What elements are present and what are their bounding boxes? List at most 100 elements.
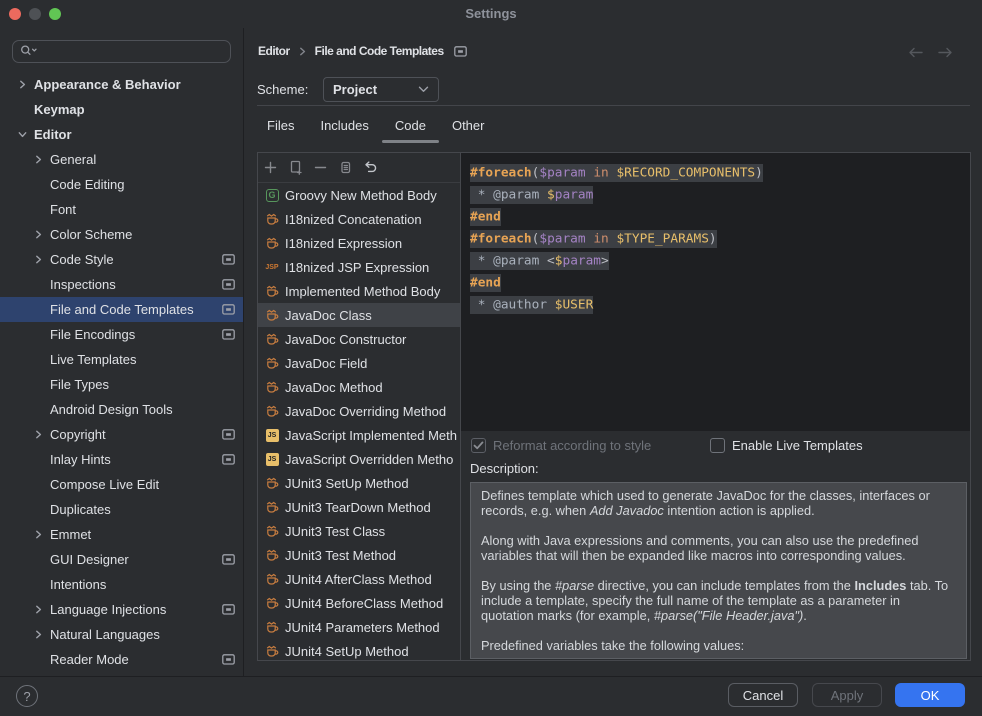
template-item-junit4-afterclass-method[interactable]: JUnit4 AfterClass Method <box>258 567 460 591</box>
remove-icon[interactable] <box>313 160 328 175</box>
chevron-collapsed-icon[interactable] <box>34 629 43 640</box>
sidebar-item-file-types[interactable]: File Types <box>0 372 243 397</box>
chevron-collapsed-icon[interactable] <box>34 604 43 615</box>
sidebar-item-keymap[interactable]: Keymap <box>0 97 243 122</box>
sidebar-item-language-injections[interactable]: Language Injections <box>0 597 243 622</box>
live-templates-checkbox[interactable]: Enable Live Templates <box>710 438 863 453</box>
template-item-javadoc-overriding-method[interactable]: JavaDoc Overriding Method <box>258 399 460 423</box>
sidebar-item-label: Copyright <box>50 427 106 442</box>
duplicate-icon[interactable] <box>288 160 303 175</box>
sidebar-item-file-encodings[interactable]: File Encodings <box>0 322 243 347</box>
help-button[interactable]: ? <box>16 685 38 707</box>
sidebar-item-live-templates[interactable]: Live Templates <box>0 347 243 372</box>
chevron-collapsed-icon[interactable] <box>34 229 43 240</box>
tabs: FilesIncludesCodeOther <box>254 112 497 143</box>
template-editor[interactable]: #foreach($param in $RECORD_COMPONENTS) *… <box>461 153 970 431</box>
template-item-implemented-method-body[interactable]: Implemented Method Body <box>258 279 460 303</box>
breadcrumb-item-editor[interactable]: Editor <box>258 44 290 58</box>
chevron-spacer <box>34 454 43 465</box>
sidebar-item-label: File Encodings <box>50 327 135 342</box>
template-item-groovy-new-method-body[interactable]: GGroovy New Method Body <box>258 183 460 207</box>
sidebar-item-label: Android Design Tools <box>50 402 173 417</box>
sidebar-item-editor[interactable]: Editor <box>0 122 243 147</box>
ok-button[interactable]: OK <box>895 683 965 707</box>
template-item-label: JavaScript Implemented Meth <box>285 428 457 443</box>
template-item-javadoc-class[interactable]: JavaDoc Class <box>258 303 460 327</box>
history-nav <box>908 46 953 61</box>
template-item-javadoc-method[interactable]: JavaDoc Method <box>258 375 460 399</box>
chevron-expanded-icon[interactable] <box>18 129 27 140</box>
template-item-javascript-overridden-metho[interactable]: JSJavaScript Overridden Metho <box>258 447 460 471</box>
sidebar-item-color-scheme[interactable]: Color Scheme <box>0 222 243 247</box>
sidebar-item-label: Inspections <box>50 277 116 292</box>
tab-code[interactable]: Code <box>382 112 439 143</box>
template-item-label: JUnit4 SetUp Method <box>285 644 409 659</box>
template-item-javadoc-constructor[interactable]: JavaDoc Constructor <box>258 327 460 351</box>
sidebar-item-compose-live-edit[interactable]: Compose Live Edit <box>0 472 243 497</box>
scheme-select[interactable]: Project <box>323 77 439 102</box>
template-item-label: JUnit4 AfterClass Method <box>285 572 432 587</box>
search-input[interactable] <box>12 40 231 63</box>
chevron-collapsed-icon[interactable] <box>18 79 27 90</box>
template-item-javadoc-field[interactable]: JavaDoc Field <box>258 351 460 375</box>
sidebar-item-code-style[interactable]: Code Style <box>0 247 243 272</box>
template-item-i18nized-jsp-expression[interactable]: JSPI18nized JSP Expression <box>258 255 460 279</box>
chevron-spacer <box>34 479 43 490</box>
sidebar-item-inspections[interactable]: Inspections <box>0 272 243 297</box>
sidebar-item-file-and-code-templates[interactable]: File and Code Templates <box>0 297 243 322</box>
sidebar-item-natural-languages[interactable]: Natural Languages <box>0 622 243 647</box>
revert-icon[interactable] <box>363 160 378 175</box>
java-icon <box>264 643 280 659</box>
template-item-junit3-test-method[interactable]: JUnit3 Test Method <box>258 543 460 567</box>
code-line: #foreach($param in $RECORD_COMPONENTS) <box>470 162 970 184</box>
tab-includes[interactable]: Includes <box>307 112 381 143</box>
template-item-javascript-implemented-meth[interactable]: JSJavaScript Implemented Meth <box>258 423 460 447</box>
java-icon <box>264 595 280 611</box>
chevron-collapsed-icon[interactable] <box>34 154 43 165</box>
chevron-collapsed-icon[interactable] <box>34 429 43 440</box>
cancel-button[interactable]: Cancel <box>728 683 798 707</box>
sidebar-item-font[interactable]: Font <box>0 197 243 222</box>
description-paragraph: Defines template which used to generate … <box>481 488 956 518</box>
sidebar-item-code-editing[interactable]: Code Editing <box>0 172 243 197</box>
screen-indicator-icon <box>454 46 467 57</box>
java-icon <box>264 283 280 299</box>
sidebar-item-label: Color Scheme <box>50 227 132 242</box>
description-paragraph: By using the #parse directive, you can i… <box>481 578 956 623</box>
template-item-junit4-setup-method[interactable]: JUnit4 SetUp Method <box>258 639 460 660</box>
template-item-junit4-beforeclass-method[interactable]: JUnit4 BeforeClass Method <box>258 591 460 615</box>
checkbox-unchecked-icon[interactable] <box>710 438 725 453</box>
template-item-junit4-parameters-method[interactable]: JUnit4 Parameters Method <box>258 615 460 639</box>
template-item-i18nized-concatenation[interactable]: I18nized Concatenation <box>258 207 460 231</box>
sidebar-item-inlay-hints[interactable]: Inlay Hints <box>0 447 243 472</box>
template-item-junit3-teardown-method[interactable]: JUnit3 TearDown Method <box>258 495 460 519</box>
template-item-junit3-setup-method[interactable]: JUnit3 SetUp Method <box>258 471 460 495</box>
template-item-label: Implemented Method Body <box>285 284 440 299</box>
sidebar-item-intentions[interactable]: Intentions <box>0 572 243 597</box>
sidebar-item-copyright[interactable]: Copyright <box>0 422 243 447</box>
sidebar-item-label: Inlay Hints <box>50 452 111 467</box>
add-icon[interactable] <box>263 160 278 175</box>
sidebar-item-android-design-tools[interactable]: Android Design Tools <box>0 397 243 422</box>
template-item-junit3-test-class[interactable]: JUnit3 Test Class <box>258 519 460 543</box>
sidebar-item-duplicates[interactable]: Duplicates <box>0 497 243 522</box>
apply-button[interactable]: Apply <box>812 683 882 707</box>
template-item-i18nized-expression[interactable]: I18nized Expression <box>258 231 460 255</box>
sidebar-item-appearance-behavior[interactable]: Appearance & Behavior <box>0 72 243 97</box>
chevron-collapsed-icon[interactable] <box>34 254 43 265</box>
forward-arrow-icon[interactable] <box>937 46 953 61</box>
sidebar-item-emmet[interactable]: Emmet <box>0 522 243 547</box>
sidebar-item-gui-designer[interactable]: GUI Designer <box>0 547 243 572</box>
back-arrow-icon[interactable] <box>908 46 924 61</box>
search-icon <box>20 44 38 60</box>
sidebar-item-label: Emmet <box>50 527 91 542</box>
sidebar: Appearance & BehaviorKeymapEditorGeneral… <box>0 28 244 676</box>
sidebar-item-label: Natural Languages <box>50 627 160 642</box>
chevron-collapsed-icon[interactable] <box>34 529 43 540</box>
sidebar-item-reader-mode[interactable]: Reader Mode <box>0 647 243 672</box>
template-list-column: GGroovy New Method BodyI18nized Concaten… <box>258 153 461 660</box>
copy-icon[interactable] <box>338 160 353 175</box>
tab-files[interactable]: Files <box>254 112 307 143</box>
sidebar-item-general[interactable]: General <box>0 147 243 172</box>
tab-other[interactable]: Other <box>439 112 498 143</box>
